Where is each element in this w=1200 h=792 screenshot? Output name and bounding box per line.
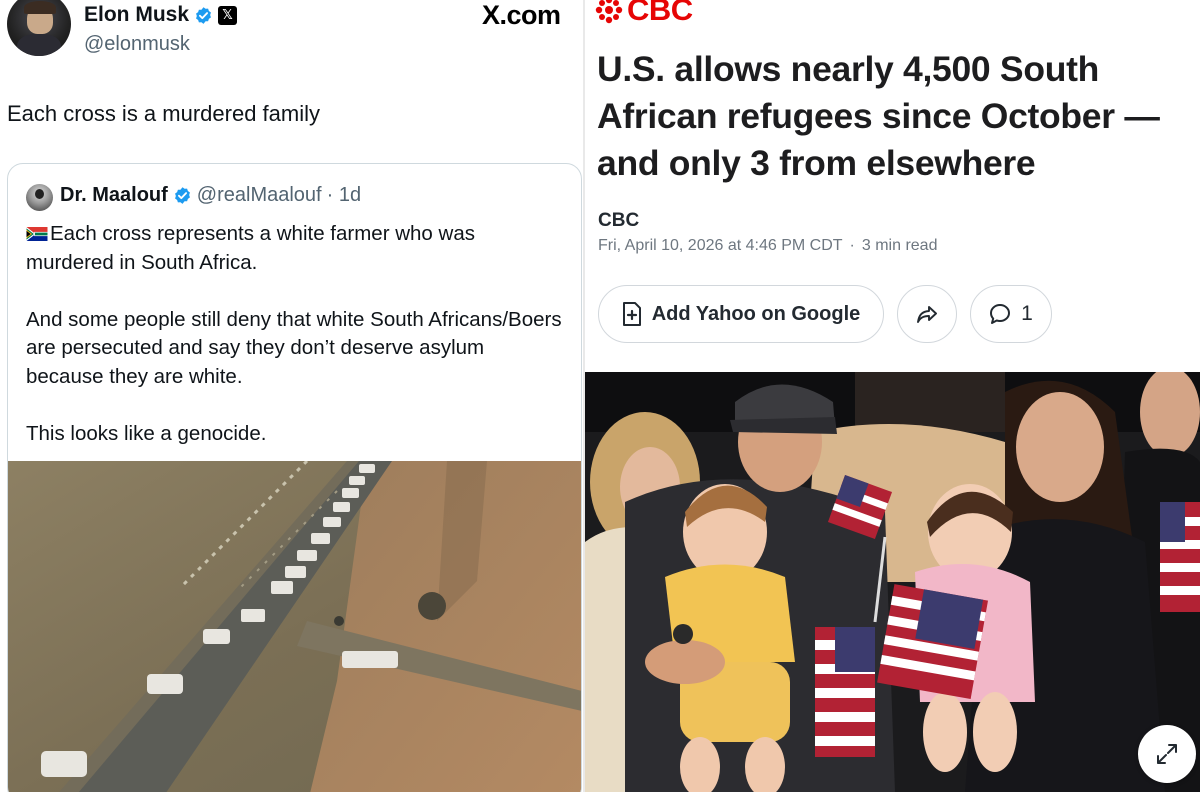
quoted-author-name[interactable]: Dr. Maalouf [60,184,168,207]
add-yahoo-label: Add Yahoo on Google [651,302,861,325]
comments-count: 1 [1021,302,1033,325]
x-logo-icon: 𝕏 [218,5,238,25]
cbc-gem-icon [595,0,623,24]
expand-image-button[interactable] [1138,725,1196,783]
post-text: Each cross is a murdered family [7,101,320,126]
cbc-wordmark: CBC [627,0,693,27]
quoted-post[interactable]: Dr. Maalouf @realMaalouf · 1d Each cross… [7,163,582,792]
article-source[interactable]: CBC [598,210,639,232]
comment-icon [990,304,1011,324]
quoted-post-body: Each cross represents a white farmer who… [26,220,566,477]
tweet-panel: Elon Musk 𝕏 @elonmusk X.com Each cross i… [0,0,583,792]
expand-icon [1157,744,1177,764]
quoted-paragraph-1: Each cross represents a white farmer who… [26,222,475,274]
article-panel: CBC U.S. allows nearly 4,500 South Afric… [585,0,1200,792]
south-africa-flag-icon [26,227,48,241]
author-handle[interactable]: @elonmusk [84,33,190,56]
quoted-paragraph-3: This looks like a genocide. [26,421,267,445]
article-photo[interactable] [585,372,1200,792]
article-meta: Fri, April 10, 2026 at 4:46 PM CDT · 3 min… [598,237,938,254]
add-yahoo-on-google-button[interactable]: Add Yahoo on Google [598,285,884,343]
site-watermark: X.com [482,0,561,30]
quoted-author-avatar[interactable] [26,184,53,211]
cbc-logo[interactable]: CBC [595,0,693,28]
quoted-author-row: Dr. Maalouf @realMaalouf · 1d [60,184,361,207]
article-date: Fri, April 10, 2026 at 4:46 PM CDT [598,237,843,254]
aerial-convoy-image[interactable] [7,461,582,792]
article-read-time: 3 min read [861,237,938,254]
author-avatar[interactable] [7,0,71,56]
comments-button[interactable]: 1 [970,285,1052,343]
quoted-post-time: · 1d [326,184,362,206]
verified-badge-icon [196,6,211,24]
quoted-paragraph-2: And some people still deny that white So… [26,307,562,388]
share-button[interactable] [897,285,957,343]
author-name-row: Elon Musk 𝕏 [84,3,238,27]
author-name[interactable]: Elon Musk [84,3,189,27]
quoted-author-handle[interactable]: @realMaalouf [197,184,322,207]
article-headline: U.S. allows nearly 4,500 South African r… [597,49,1160,183]
verified-badge-icon [174,187,190,204]
add-page-icon [622,302,641,326]
share-icon [917,306,937,323]
